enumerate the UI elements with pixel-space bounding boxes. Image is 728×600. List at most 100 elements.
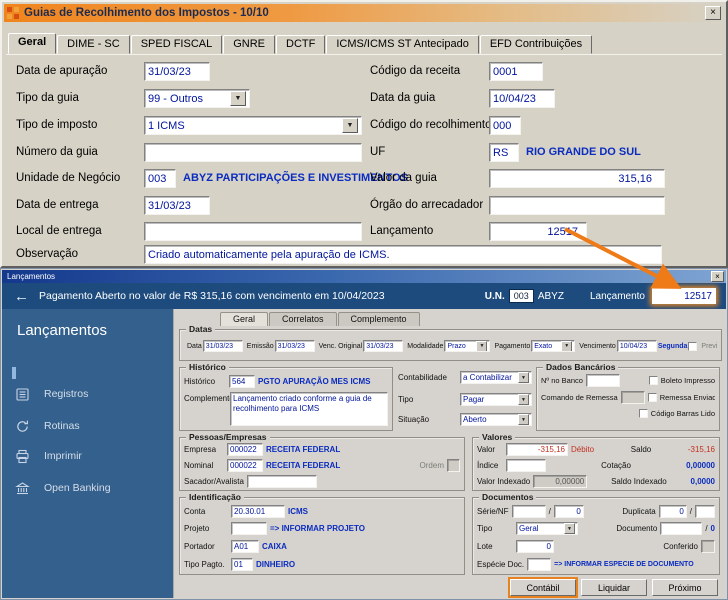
- lancamentos-window: Lançamentos × ← Pagamento Aberto no valo…: [0, 268, 728, 600]
- projeto-field[interactable]: [231, 522, 267, 535]
- numero-guia-field[interactable]: [144, 143, 362, 162]
- valor-field[interactable]: -315,16: [506, 443, 568, 456]
- historico-name: PGTO APURAÇÃO MES ICMS: [258, 377, 371, 386]
- back-arrow-icon[interactable]: ←: [14, 288, 29, 305]
- datas-group-title: Datas: [186, 324, 216, 334]
- remessa-enviada-label: Remessa Enviada: [659, 393, 715, 402]
- tab-dctf[interactable]: DCTF: [276, 35, 326, 54]
- tipo-guia-select[interactable]: 99 - Outros ▼: [144, 89, 250, 108]
- local-entrega-field[interactable]: [144, 222, 362, 241]
- data-field[interactable]: 31/03/23: [202, 340, 243, 352]
- data-entrega-field[interactable]: 31/03/23: [144, 196, 210, 215]
- codigo-barras-checkbox[interactable]: [638, 409, 648, 418]
- debito-flag: Débito: [571, 445, 595, 454]
- vencimento-field[interactable]: 10/04/23: [616, 340, 657, 352]
- guias-dialog: Guias de Recolhimento dos Impostos - 10/…: [0, 0, 728, 268]
- tab-geral[interactable]: Geral: [8, 33, 57, 54]
- tipo-pagto-field[interactable]: 01: [231, 558, 253, 571]
- previsao-label: Previsão: [701, 342, 717, 350]
- conta-name: ICMS: [288, 507, 308, 516]
- historico-code-field[interactable]: 564: [229, 375, 255, 388]
- contabil-column: Contabilidade a Contabilizar ▼ Tipo Pagar…: [398, 367, 532, 431]
- tipo-select[interactable]: Pagar ▼: [460, 393, 532, 406]
- tab-efd[interactable]: EFD Contribuições: [479, 35, 593, 54]
- duplicata2-field[interactable]: [695, 505, 715, 518]
- valores-group: Valores Valor -315,16 Débito Saldo -315,…: [472, 432, 720, 491]
- uf-field[interactable]: RS: [489, 143, 519, 162]
- doc-tipo-select[interactable]: Geral ▼: [516, 522, 578, 535]
- tipo-guia-label: Tipo da guia: [16, 92, 79, 104]
- proximo-button[interactable]: Próximo: [652, 579, 718, 596]
- nf-field[interactable]: 0: [553, 505, 584, 518]
- serie-field[interactable]: [511, 505, 546, 518]
- liquidar-button[interactable]: Liquidar: [581, 579, 647, 596]
- close-icon[interactable]: ×: [705, 6, 721, 20]
- lancamentos-titlebar[interactable]: Lançamentos ×: [2, 270, 726, 283]
- tipo-imposto-select[interactable]: 1 ICMS ▼: [144, 116, 362, 135]
- chevron-down-icon[interactable]: ▼: [518, 414, 529, 425]
- chevron-down-icon[interactable]: ▼: [564, 523, 575, 534]
- codigo-recolhimento-field[interactable]: 000: [489, 116, 521, 135]
- codigo-receita-field[interactable]: 0001: [489, 62, 543, 81]
- especie-field[interactable]: [527, 558, 552, 571]
- empresa-code-field[interactable]: 000022: [227, 443, 263, 456]
- tab-geral-detail[interactable]: Geral: [220, 312, 269, 326]
- slash: /: [689, 507, 692, 516]
- chevron-down-icon[interactable]: ▼: [561, 341, 573, 351]
- portador-field[interactable]: A01: [231, 540, 259, 553]
- n-banco-field[interactable]: [585, 374, 620, 387]
- sidebar-item-label: Open Banking: [44, 482, 111, 494]
- pagamento-select[interactable]: Exato ▼: [531, 340, 576, 352]
- chevron-down-icon[interactable]: ▼: [518, 372, 529, 383]
- modalidade-label: Modalidade: [407, 342, 444, 350]
- lancamento-field[interactable]: 12517: [489, 222, 587, 241]
- tab-correlatos[interactable]: Correlatos: [269, 312, 337, 326]
- conta-field[interactable]: 20.30.01: [231, 505, 285, 518]
- open-banking-icon: [15, 481, 30, 496]
- emissao-field[interactable]: 31/03/23: [274, 340, 315, 352]
- observacao-field[interactable]: Criado automaticamente pela apuração de …: [144, 245, 662, 264]
- chevron-down-icon[interactable]: ▼: [518, 394, 529, 405]
- sidebar-item-imprimir[interactable]: Imprimir: [2, 443, 173, 469]
- sidebar-item-registros[interactable]: Registros: [2, 381, 173, 407]
- contabil-button[interactable]: Contábil: [508, 577, 578, 598]
- tab-sped-fiscal[interactable]: SPED FISCAL: [130, 35, 223, 54]
- contabilidade-select[interactable]: a Contabilizar ▼: [460, 371, 532, 384]
- chevron-down-icon[interactable]: ▼: [476, 341, 488, 351]
- lancamento-header-value[interactable]: 12517: [652, 288, 716, 304]
- data-apuracao-field[interactable]: 31/03/23: [144, 62, 210, 81]
- app-icon: [7, 7, 19, 19]
- tab-complemento[interactable]: Complemento: [337, 312, 420, 326]
- situacao-select[interactable]: Aberto ▼: [460, 413, 532, 426]
- previsao-checkbox[interactable]: [688, 341, 698, 351]
- tab-dime-sc[interactable]: DIME - SC: [57, 35, 130, 54]
- venc-original-field[interactable]: 31/03/23: [363, 340, 404, 352]
- duplicata-field[interactable]: 0: [658, 505, 687, 518]
- remessa-enviada-checkbox[interactable]: [647, 393, 657, 402]
- modalidade-select[interactable]: Prazo ▼: [444, 340, 491, 352]
- nominal-code-field[interactable]: 000022: [227, 459, 263, 472]
- complemento-field[interactable]: Lançamento criado conforme a guia de rec…: [230, 392, 388, 426]
- orgao-arrecadador-field[interactable]: [489, 196, 665, 215]
- data-apuracao-label: Data de apuração: [16, 65, 108, 77]
- close-icon[interactable]: ×: [711, 271, 724, 282]
- guias-titlebar[interactable]: Guias de Recolhimento dos Impostos - 10/…: [4, 4, 724, 22]
- documento-field[interactable]: [660, 522, 703, 535]
- tab-icms-st[interactable]: ICMS/ICMS ST Antecipado: [326, 35, 479, 54]
- identificacao-group-title: Identificação: [186, 492, 244, 502]
- data-guia-field[interactable]: 10/04/23: [489, 89, 555, 108]
- sidebar-item-open-banking[interactable]: Open Banking: [2, 475, 173, 501]
- sidebar-item-rotinas[interactable]: Rotinas: [2, 413, 173, 439]
- data-guia-label: Data da guia: [370, 92, 436, 104]
- sacador-field[interactable]: [246, 475, 317, 488]
- chevron-down-icon[interactable]: ▼: [230, 91, 246, 106]
- chevron-down-icon[interactable]: ▼: [342, 118, 358, 133]
- imprimir-icon: [15, 449, 30, 464]
- boleto-impresso-checkbox[interactable]: [648, 376, 658, 385]
- indice-field[interactable]: [506, 459, 546, 472]
- lote-label: Lote: [477, 542, 493, 551]
- tab-gnre[interactable]: GNRE: [223, 35, 276, 54]
- unidade-negocio-field[interactable]: 003: [144, 169, 176, 188]
- lote-field[interactable]: 0: [516, 540, 554, 553]
- valor-guia-field[interactable]: 315,16: [489, 169, 665, 188]
